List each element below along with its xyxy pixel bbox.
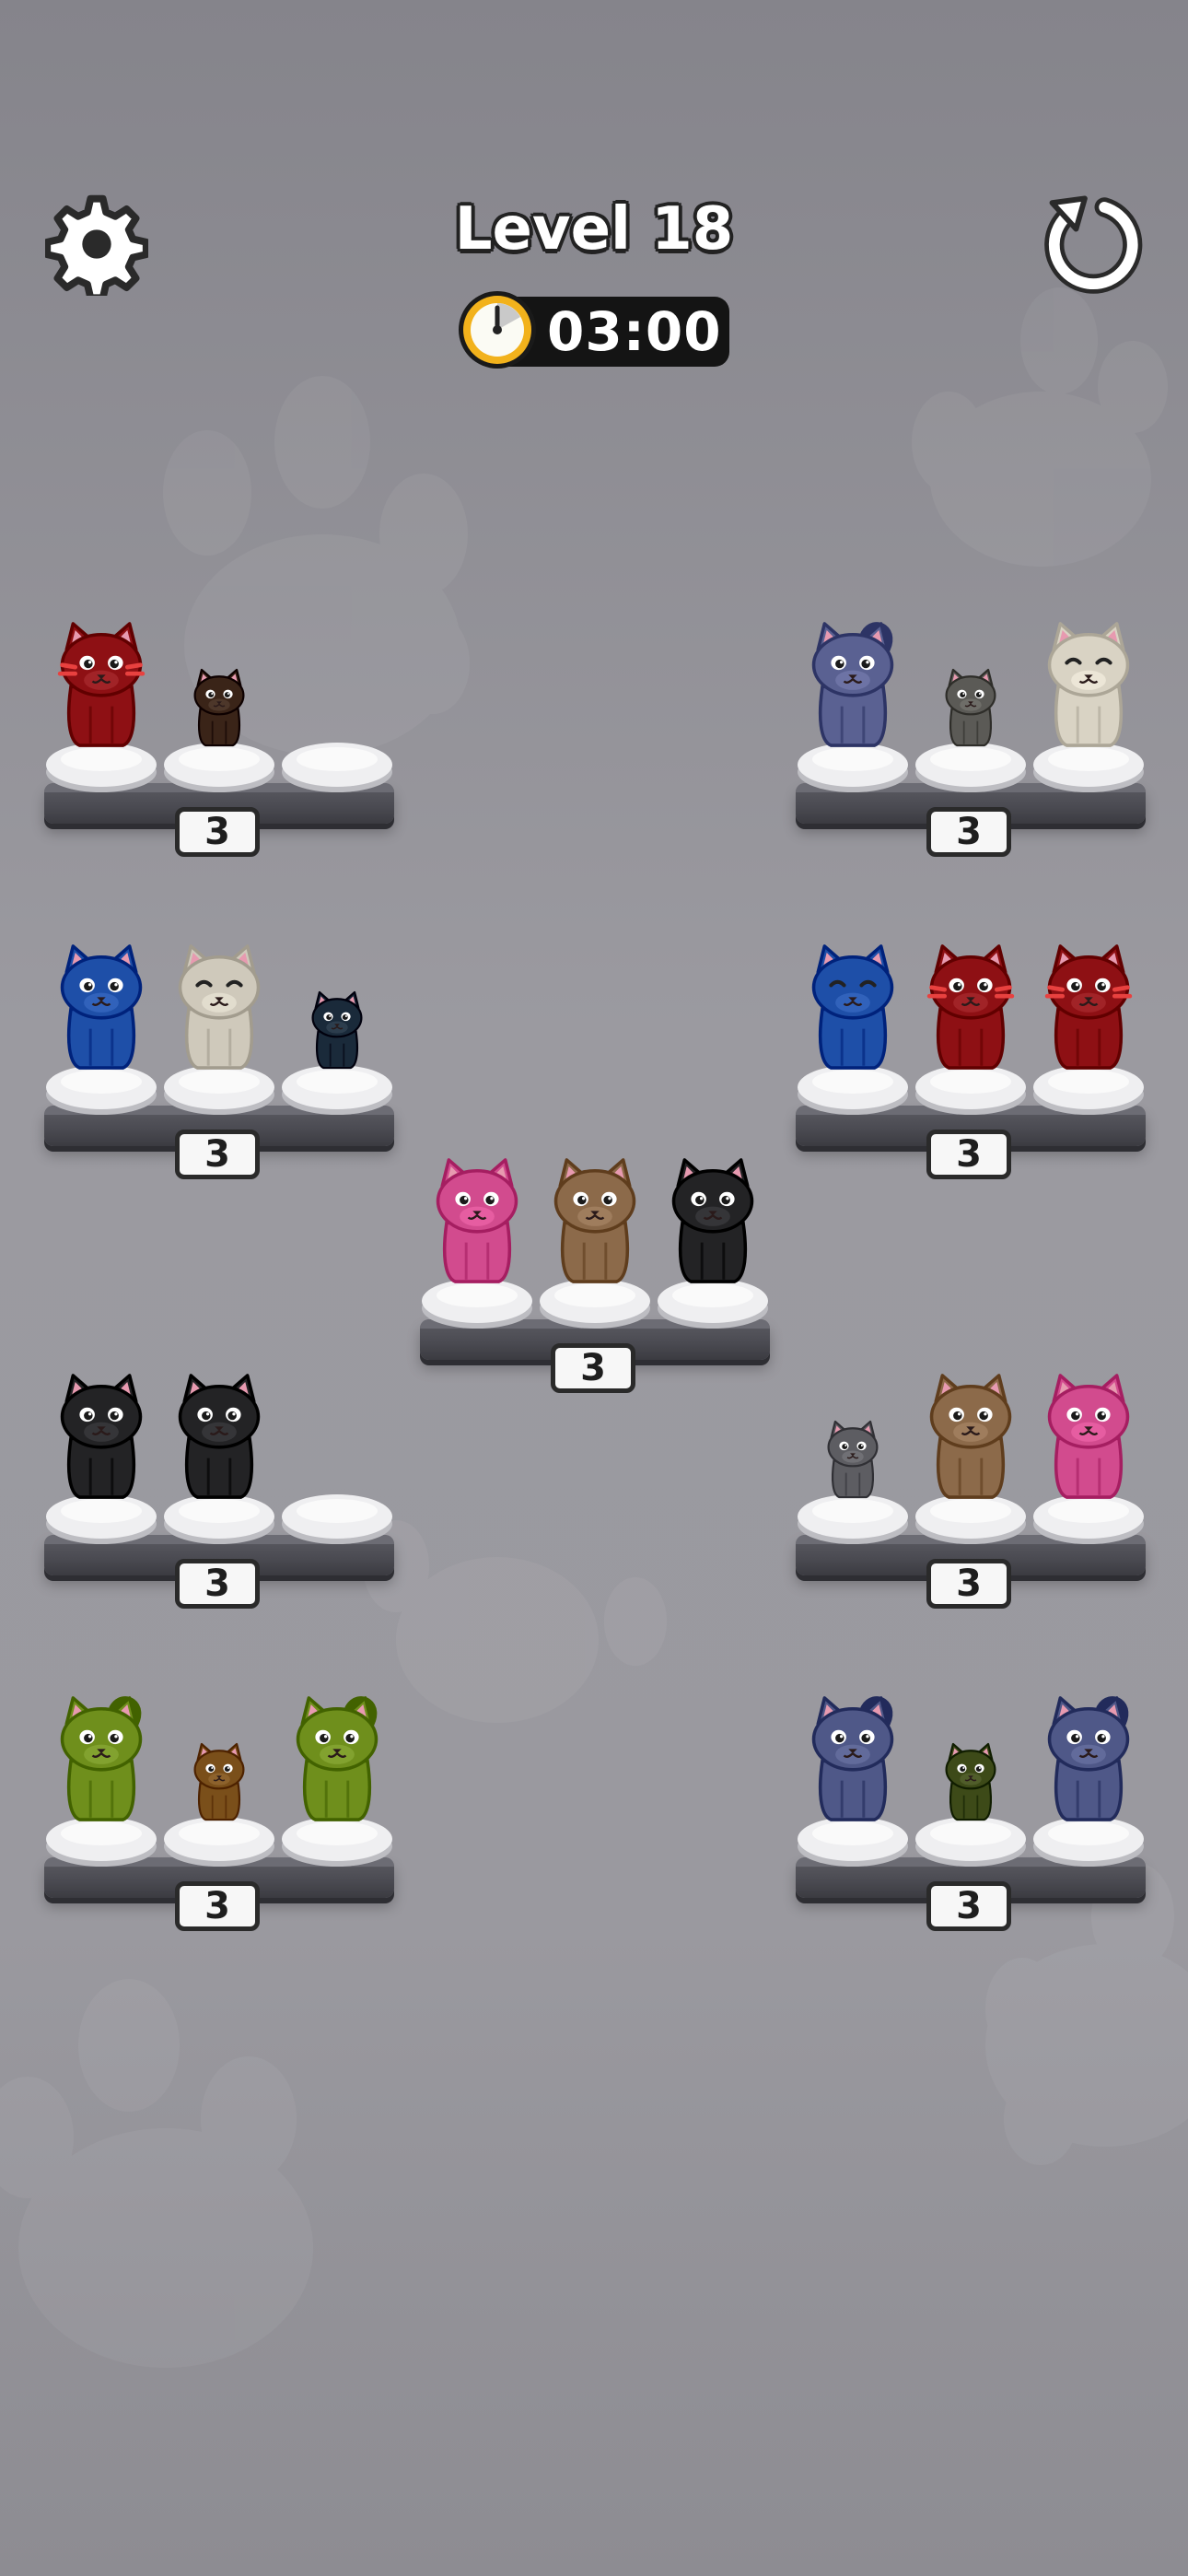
cat-piece[interactable]	[295, 989, 379, 1071]
timer: 03:00	[455, 291, 731, 369]
cat-piece[interactable]	[658, 1152, 767, 1290]
cat-piece[interactable]	[1034, 1690, 1143, 1828]
shelf-left-4[interactable]: 3	[44, 1696, 394, 1931]
shelf-left-2[interactable]: 3	[44, 944, 394, 1179]
shelf-right-2[interactable]: 3	[796, 944, 1146, 1179]
shelf-right-4[interactable]: 3	[796, 1696, 1146, 1931]
timer-value: 03:00	[547, 300, 722, 363]
cat-piece[interactable]	[798, 615, 907, 754]
cat-piece[interactable]	[177, 1741, 262, 1822]
cat-piece[interactable]	[916, 938, 1025, 1076]
cat-piece[interactable]	[165, 1367, 274, 1505]
shelf-capacity-label: 3	[926, 1881, 1011, 1931]
shelf-capacity-label: 3	[926, 1130, 1011, 1179]
shelf-capacity-label: 3	[175, 1881, 260, 1931]
cat-piece[interactable]	[1034, 938, 1143, 1076]
cat-piece[interactable]	[541, 1152, 649, 1290]
shelf-capacity-label: 3	[175, 1559, 260, 1609]
cushion-slot[interactable]	[280, 1487, 394, 1546]
shelf-left-1[interactable]: 3	[44, 622, 394, 857]
cat-piece[interactable]	[423, 1152, 531, 1290]
shelf-right-3[interactable]: 3	[796, 1374, 1146, 1609]
shelf-capacity-label: 3	[926, 807, 1011, 857]
shelf-capacity-label: 3	[175, 1130, 260, 1179]
level-title: Level 18	[454, 195, 734, 263]
cat-piece[interactable]	[1034, 1367, 1143, 1505]
cat-piece[interactable]	[810, 1419, 895, 1500]
cat-piece[interactable]	[177, 667, 262, 748]
cat-piece[interactable]	[165, 938, 274, 1076]
cat-piece[interactable]	[47, 1690, 156, 1828]
cat-piece[interactable]	[283, 1690, 391, 1828]
shelf-capacity-label: 3	[551, 1343, 635, 1393]
restart-button[interactable]	[1031, 184, 1151, 304]
shelf-left-3[interactable]: 3	[44, 1374, 394, 1609]
cat-piece[interactable]	[798, 1690, 907, 1828]
shelf-capacity-label: 3	[175, 807, 260, 857]
cat-piece[interactable]	[1034, 615, 1143, 754]
cat-piece[interactable]	[928, 1741, 1013, 1822]
cat-piece[interactable]	[928, 667, 1013, 748]
restart-icon	[1044, 195, 1143, 294]
clock-icon	[459, 291, 536, 369]
cushion-slot[interactable]	[280, 735, 394, 794]
shelf-center[interactable]: 3	[420, 1158, 770, 1393]
cat-piece[interactable]	[47, 615, 156, 754]
cat-piece[interactable]	[47, 1367, 156, 1505]
shelf-right-1[interactable]: 3	[796, 622, 1146, 857]
shelf-capacity-label: 3	[926, 1559, 1011, 1609]
cat-piece[interactable]	[916, 1367, 1025, 1505]
cat-piece[interactable]	[47, 938, 156, 1076]
cat-piece[interactable]	[798, 938, 907, 1076]
